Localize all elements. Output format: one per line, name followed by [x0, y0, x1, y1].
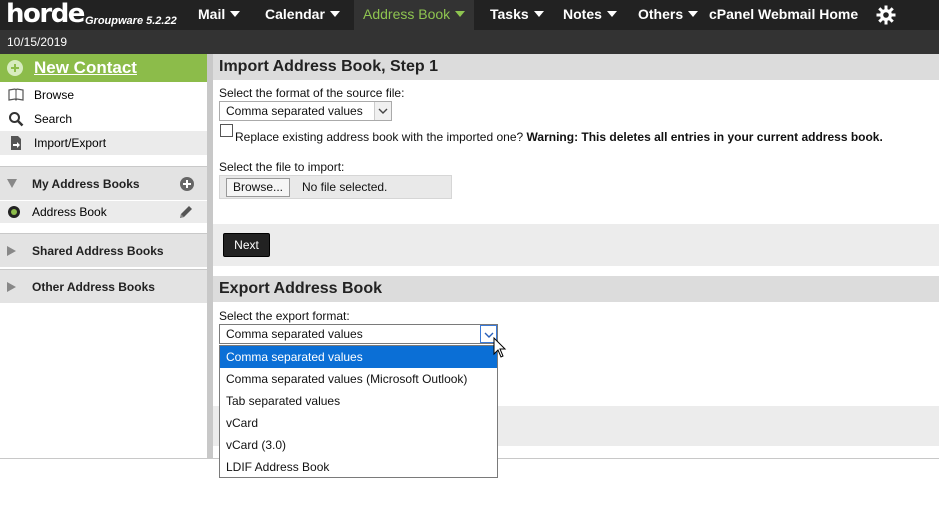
horde-logo[interactable]: horde [6, 0, 85, 30]
chevron-down-icon [688, 11, 699, 17]
nav-address-book-label: Address Book [363, 6, 451, 22]
next-button[interactable]: Next [223, 233, 270, 257]
shared-address-books-header[interactable]: Shared Address Books [0, 233, 207, 267]
nav-calendar[interactable]: Calendar [265, 0, 340, 30]
groupware-version: Groupware 5.2.22 [85, 15, 177, 27]
group-label: Shared Address Books [32, 244, 164, 258]
group-label: Other Address Books [32, 280, 155, 294]
date-bar: 10/15/2019 [0, 30, 939, 54]
sidebar-item-label: Browse [34, 88, 75, 102]
nav-mail-label: Mail [198, 6, 226, 22]
sidebar-item-browse[interactable]: Browse [0, 83, 207, 107]
nav-others[interactable]: Others [638, 0, 699, 30]
dropdown-option[interactable]: vCard [220, 412, 497, 434]
group-label: My Address Books [32, 177, 140, 191]
dropdown-option[interactable]: LDIF Address Book [220, 456, 497, 478]
chevron-down-icon [606, 11, 617, 17]
triangle-down-icon [7, 179, 17, 188]
nav-notes-label: Notes [563, 6, 602, 22]
import-format-value: Comma separated values [226, 104, 363, 118]
add-address-book-icon[interactable] [180, 177, 194, 191]
export-format-value: Comma separated values [226, 327, 363, 341]
export-format-dropdown-list: Comma separated values Comma separated v… [219, 345, 498, 478]
export-format-label: Select the export format: [219, 309, 350, 323]
nav-cpanel-home[interactable]: cPanel Webmail Home [709, 0, 858, 30]
nav-mail[interactable]: Mail [198, 0, 241, 30]
chevron-down-icon [230, 11, 241, 17]
dropdown-option[interactable]: Comma separated values (Microsoft Outloo… [220, 368, 497, 390]
nav-others-label: Others [638, 6, 684, 22]
chevron-down-icon [455, 11, 466, 17]
my-address-books-header[interactable]: My Address Books [0, 166, 207, 200]
new-contact-label: New Contact [34, 58, 137, 77]
nav-calendar-label: Calendar [265, 6, 325, 22]
address-book-item[interactable]: Address Book [0, 201, 207, 223]
triangle-right-icon [7, 282, 16, 292]
new-contact-button[interactable]: New Contact [0, 54, 207, 82]
chevron-down-icon [329, 11, 340, 17]
import-format-label: Select the format of the source file: [219, 86, 405, 100]
top-navigation-bar: horde Groupware 5.2.22 Mail Calendar Add… [0, 0, 939, 30]
export-title: Export Address Book [213, 276, 939, 302]
search-icon [9, 112, 24, 127]
replace-label: Replace existing address book with the i… [235, 130, 883, 144]
browse-button[interactable]: Browse... [226, 178, 291, 197]
dropdown-option[interactable]: Comma separated values [220, 346, 497, 368]
dropdown-option[interactable]: Tab separated values [220, 390, 497, 412]
add-circle-icon [7, 60, 23, 76]
replace-checkbox[interactable] [220, 124, 233, 137]
pencil-icon[interactable] [178, 204, 194, 220]
nav-tasks-label: Tasks [490, 6, 529, 22]
sidebar-item-label: Import/Export [34, 136, 107, 150]
export-format-select[interactable]: Comma separated values [219, 324, 498, 344]
nav-notes[interactable]: Notes [563, 0, 617, 30]
triangle-right-icon [7, 246, 16, 256]
import-title: Import Address Book, Step 1 [213, 54, 939, 80]
file-input[interactable]: Browse... No file selected. [219, 175, 452, 199]
chevron-down-icon [374, 102, 391, 120]
replace-question: Replace existing address book with the i… [235, 130, 524, 144]
address-book-label: Address Book [32, 205, 107, 219]
chevron-down-icon [533, 11, 544, 17]
sidebar: New Contact Browse Search Import/Export … [0, 54, 207, 458]
other-address-books-header[interactable]: Other Address Books [0, 269, 207, 303]
sidebar-item-search[interactable]: Search [0, 107, 207, 131]
dropdown-option[interactable]: vCard (3.0) [220, 434, 497, 456]
mouse-cursor-icon [493, 337, 507, 358]
import-export-icon [11, 136, 21, 150]
import-file-label: Select the file to import: [219, 160, 345, 174]
sidebar-item-import-export[interactable]: Import/Export [0, 131, 207, 155]
book-icon [8, 88, 24, 101]
replace-warning: Warning: This deletes all entries in you… [526, 130, 883, 144]
active-indicator-icon [8, 206, 20, 218]
nav-tasks[interactable]: Tasks [490, 0, 544, 30]
import-button-bar: Next [213, 224, 939, 266]
nav-address-book[interactable]: Address Book [354, 0, 475, 30]
import-format-select[interactable]: Comma separated values [219, 101, 392, 121]
sidebar-item-label: Search [34, 112, 73, 126]
no-file-text: No file selected. [302, 180, 388, 194]
gear-icon[interactable] [876, 5, 896, 25]
